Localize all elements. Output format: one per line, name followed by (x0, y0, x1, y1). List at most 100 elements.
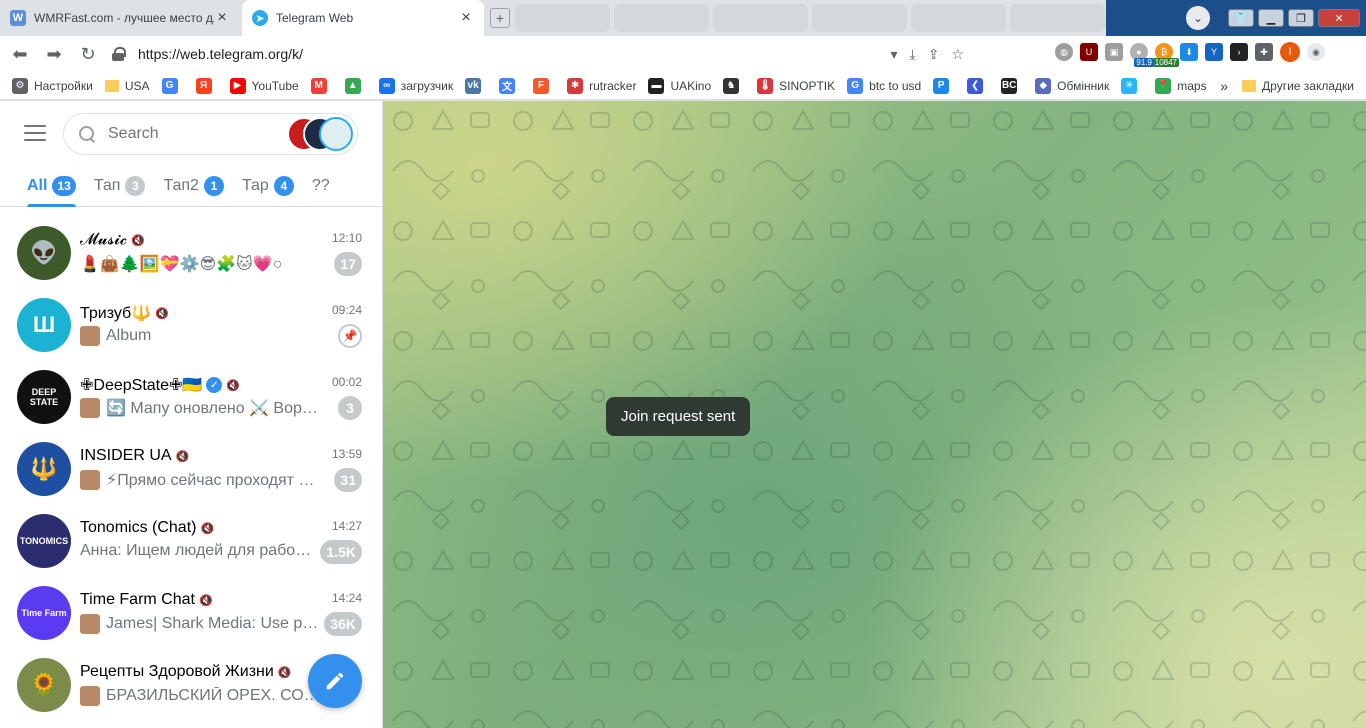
bookmark-item[interactable]: USA (104, 79, 150, 93)
search-input[interactable] (108, 125, 278, 143)
media-thumbnail (80, 398, 100, 418)
shirt-icon[interactable]: 👕 (1228, 9, 1254, 27)
bookmark-item[interactable]: 文 (499, 77, 521, 94)
arrow-extension-icon[interactable]: › (1230, 43, 1248, 61)
bookmark-item[interactable]: ▶ YouTube (229, 77, 299, 94)
bookmark-star-icon[interactable]: ☆ (951, 46, 964, 63)
bookmark-item[interactable]: ▬ UAKino (648, 77, 711, 94)
background-tab[interactable] (1010, 4, 1105, 32)
bitcoin-icon[interactable]: ₿ 10847 (1152, 43, 1179, 67)
download-icon[interactable]: ⬇ (1180, 43, 1198, 61)
bookmark-item[interactable]: 🌡 SINOPTIK (757, 77, 835, 94)
bookmark-item[interactable]: ❮ (967, 77, 989, 94)
dropdown-arrow-icon[interactable]: ▾ (890, 46, 897, 63)
forward-button[interactable]: ➡ (40, 40, 68, 68)
close-tab-icon[interactable]: × (458, 9, 474, 26)
chat-name: Тризуб🔱 (80, 305, 152, 322)
folder-unread-count: 3 (125, 175, 146, 196)
chat-list-item[interactable]: DEEP STATE ✙DeepState✙🇺🇦 ✓ 🔇 00:02 🔄 Мапу оно… (0, 362, 382, 434)
chat-list-item[interactable]: Ш Тризуб🔱 🔇 09:24 Album 📌 (0, 290, 382, 362)
bookmark-label: Обмінник (1057, 78, 1110, 93)
bookmark-item[interactable]: F (533, 77, 555, 94)
chat-name: 𝓜𝓾𝓼𝓲𝓬 (80, 231, 128, 248)
chat-title-row: Tonomics (Chat) 🔇 (80, 519, 214, 537)
puzzle-extensions-icon[interactable]: ✚ (1255, 43, 1273, 61)
search-icon (78, 125, 96, 143)
share-icon[interactable]: ⇪ (928, 46, 940, 63)
bookmark-item[interactable]: ♞ (723, 77, 745, 94)
other-bookmarks-folder[interactable]: Другие закладки (1242, 79, 1354, 93)
search-box[interactable] (63, 113, 358, 155)
bookmark-item[interactable]: ⚙ Настройки (12, 77, 93, 94)
bookmark-item[interactable]: BC (1001, 77, 1023, 94)
hamburger-menu-icon[interactable] (24, 125, 46, 141)
bookmark-item[interactable]: ▲ (344, 77, 367, 94)
muted-speaker-icon: 🔇 (200, 522, 215, 535)
rutracker-icon: ✱ (567, 77, 584, 94)
folder-tab[interactable]: All 13 (27, 165, 76, 207)
ublock-icon[interactable]: U (1080, 43, 1098, 61)
stories-avatars[interactable] (287, 117, 353, 151)
folder-tab[interactable]: Тап2 1 (163, 165, 224, 207)
address-bar[interactable]: https://web.telegram.org/k/ ▾ ⤓ ⇪ ☆ (104, 40, 964, 68)
extension-badge-icon[interactable]: ● 91.9 (1130, 43, 1154, 67)
folder-tab[interactable]: Тар 4 (242, 165, 294, 207)
back-button[interactable]: ⬅ (6, 40, 34, 68)
bookmark-item[interactable]: M (310, 77, 333, 94)
doodle-pattern (383, 101, 1366, 728)
extensions-area: ◍ U ▣ ● 91.9 ₿ 10847 ⬇ Y › ✚ I ◉ (1055, 42, 1325, 67)
close-tab-icon[interactable]: × (214, 9, 230, 26)
chat-time: 13:59 (331, 447, 362, 461)
bookmark-item[interactable]: vk (465, 77, 487, 94)
bookmark-item[interactable]: P (933, 77, 955, 94)
reload-button[interactable]: ↻ (74, 40, 102, 68)
story-avatar[interactable] (319, 117, 353, 151)
background-tab[interactable] (515, 4, 610, 32)
maximize-button[interactable]: ❐ (1288, 9, 1314, 27)
tab-telegram-web[interactable]: ➤ Telegram Web × (242, 0, 484, 36)
background-tab[interactable] (911, 4, 1006, 32)
bookmark-item[interactable]: 📍 maps (1155, 77, 1207, 94)
wallet-icon[interactable]: ▣ (1105, 43, 1123, 61)
chrome-menu-icon[interactable]: ◉ (1307, 43, 1325, 61)
bookmark-item[interactable]: ◆ Обмінник (1035, 77, 1110, 94)
minimize-button[interactable]: ▁ (1258, 9, 1284, 27)
background-tabs (515, 4, 1105, 32)
bookmark-item[interactable]: ✱ rutracker (567, 77, 636, 94)
vpn-globe-icon[interactable]: ◍ (1055, 43, 1073, 61)
close-window-button[interactable]: ✕ (1318, 9, 1360, 27)
y-extension-icon[interactable]: Y (1205, 43, 1223, 61)
profile-avatar[interactable]: I (1280, 42, 1300, 62)
new-message-button[interactable] (308, 654, 362, 708)
chat-title-row: ✙DeepState✙🇺🇦 ✓ 🔇 (80, 375, 240, 395)
bookmarks-overflow-icon[interactable]: » (1220, 78, 1228, 94)
chat-background: Join request sent (383, 101, 1366, 728)
folder-tab[interactable]: Тап 3 (94, 165, 146, 207)
chat-title-row: 𝓜𝓾𝓼𝓲𝓬 🔇 (80, 231, 145, 249)
chat-list-item[interactable]: TONOMICS Tonomics (Chat) 🔇 14:27 Анна: Ищем … (0, 506, 382, 578)
folder-icon (1242, 79, 1257, 92)
folder-label: ?? (311, 176, 330, 194)
muted-speaker-icon: 🔇 (131, 234, 145, 247)
background-tab[interactable] (812, 4, 907, 32)
bc-icon: BC (1001, 77, 1018, 94)
tab-wmrfast[interactable]: W WMRFast.com - лучшее место для × (0, 0, 240, 36)
tab-search-chevron-icon[interactable]: ⌄ (1186, 6, 1210, 30)
chat-list-item[interactable]: 🔱 INSIDER UA 🔇 13:59 ⚡Прямо сейчас проходят … (0, 434, 382, 506)
chat-time: 09:24 (331, 303, 362, 317)
lock-icon[interactable] (112, 47, 126, 61)
new-tab-button[interactable]: + (490, 8, 510, 28)
install-app-icon[interactable]: ⤓ (910, 46, 916, 63)
chat-list-item[interactable]: 👽 𝓜𝓾𝓼𝓲𝓬 🔇 12:10 💄👜🌲🖼️💝⚙️😎🧩🐱💗○ 17 (0, 218, 382, 290)
chat-list-item[interactable]: Time Farm Time Farm Chat 🔇 14:24 James| Shar… (0, 578, 382, 650)
bookmark-item[interactable]: ∞ загрузчик (378, 77, 453, 94)
unread-badge: 3 (338, 396, 362, 420)
bookmark-item[interactable]: Gbtc to usd (847, 77, 921, 94)
background-tab[interactable] (614, 4, 709, 32)
bookmark-item[interactable]: G (161, 77, 184, 94)
url-text[interactable]: https://web.telegram.org/k/ (138, 46, 890, 62)
bookmark-item[interactable]: ✳ (1121, 77, 1143, 94)
folder-tab[interactable]: ?? (312, 165, 330, 207)
background-tab[interactable] (713, 4, 808, 32)
bookmark-item[interactable]: Я (195, 77, 218, 94)
